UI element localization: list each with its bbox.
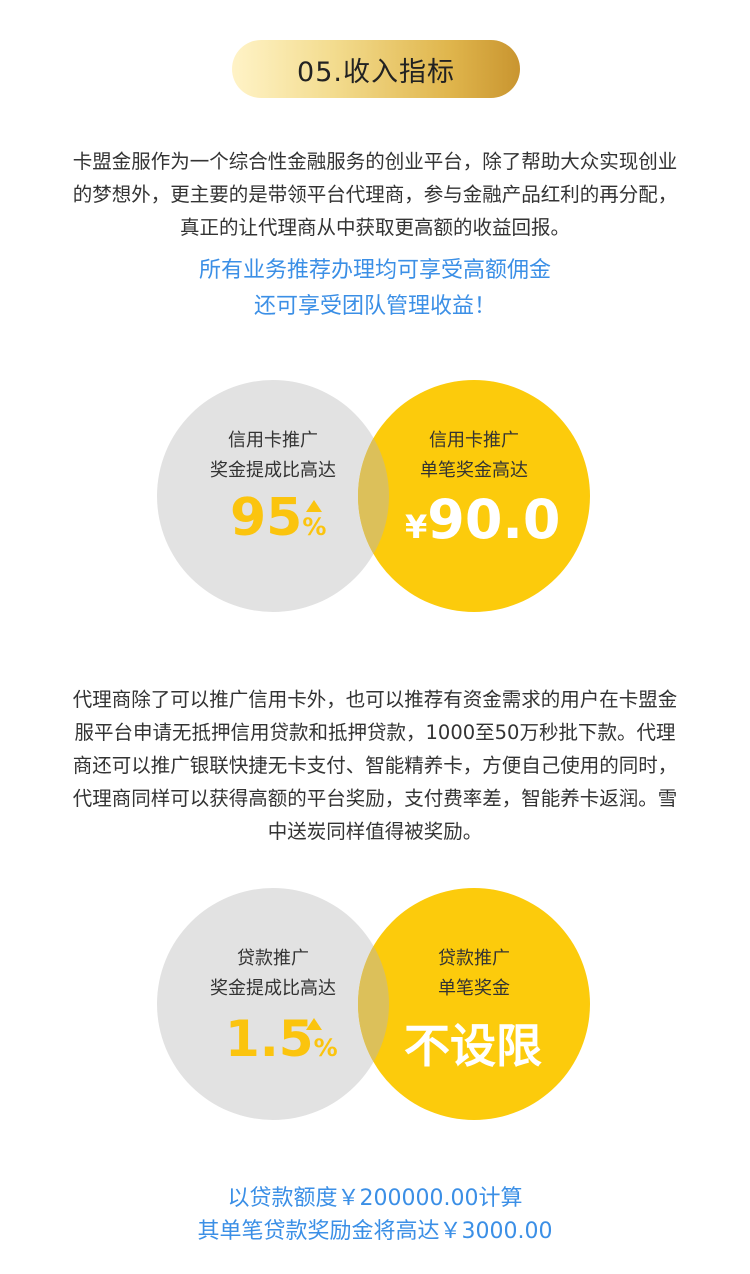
middle-line: 商还可以推广银联快捷无卡支付、智能精养卡，方便自己使用的同时， [72, 754, 678, 777]
left-label-line-1: 信用卡推广 [228, 430, 318, 451]
highlight-text: 所有业务推荐办理均可享受高额佣金 还可享受团队管理收益！ [30, 253, 720, 325]
highlight-line-1: 所有业务推荐办理均可享受高额佣金 [198, 258, 551, 283]
left-value-number: 95 [230, 488, 303, 548]
middle-paragraph: 代理商除了可以推广信用卡外，也可以推荐有资金需求的用户在卡盟金 服平台申请无抵押… [30, 683, 720, 848]
middle-line: 代理商除了可以推广信用卡外，也可以推荐有资金需求的用户在卡盟金 [72, 688, 678, 711]
venn-left-label: 贷款推广 奖金提成比高达 [157, 944, 389, 1004]
intro-paragraph: 卡盟金服作为一个综合性金融服务的创业平台，除了帮助大众实现创业 的梦想外，更主要… [30, 145, 720, 244]
venn-overlap [358, 888, 389, 1120]
left-label-line-2: 奖金提成比高达 [210, 978, 336, 999]
up-triangle-icon [306, 1015, 322, 1034]
left-value-number: 1.5 [225, 1010, 314, 1068]
footer-summary: 以贷款额度￥200000.00计算 其单笔贷款奖励金将高达￥3000.00 [30, 1182, 720, 1248]
middle-line: 代理商同样可以获得高额的平台奖励，支付费率差，智能养卡返润。雪 [72, 787, 678, 810]
middle-line: 服平台申请无抵押信用贷款和抵押贷款，1000至50万秒批下款。代理 [74, 721, 676, 744]
intro-line: 真正的让代理商从中获取更高额的收益回报。 [179, 216, 570, 239]
right-label-line-1: 信用卡推广 [429, 430, 519, 451]
right-label-line-2: 单笔奖金高达 [420, 460, 528, 481]
footer-line-1: 以贷款额度￥200000.00计算 [227, 1186, 523, 1211]
section-title-pill: 05.收入指标 [232, 40, 520, 98]
section-title: 05.收入指标 [297, 56, 455, 88]
right-value: ¥90.0 [405, 488, 561, 551]
venn-right-label: 贷款推广 单笔奖金 [358, 944, 590, 1004]
venn-overlap [358, 380, 389, 612]
currency-symbol: ¥ [405, 508, 428, 546]
middle-line: 中送炭同样值得被奖励。 [267, 820, 483, 843]
right-value: 不设限 [404, 1010, 542, 1076]
venn-right-label: 信用卡推广 单笔奖金高达 [358, 426, 590, 486]
venn-left-label: 信用卡推广 奖金提成比高达 [157, 426, 389, 486]
up-triangle-icon [306, 497, 322, 516]
left-label-line-1: 贷款推广 [237, 948, 309, 969]
intro-line: 的梦想外，更主要的是带领平台代理商，参与金融产品红利的再分配， [72, 183, 678, 206]
right-label-line-1: 贷款推广 [438, 948, 510, 969]
venn-credit-card: 信用卡推广 奖金提成比高达 95% 信用卡推广 单笔奖金高达 ¥90.0 [0, 380, 750, 640]
right-value-text: 不设限 [404, 1019, 542, 1073]
left-value-unit: % [302, 513, 327, 541]
left-label-line-2: 奖金提成比高达 [210, 460, 336, 481]
footer-line-2: 其单笔贷款奖励金将高达￥3000.00 [197, 1219, 553, 1244]
venn-loan: 贷款推广 奖金提成比高达 1.5% 贷款推广 单笔奖金 不设限 [0, 888, 750, 1148]
intro-line: 卡盟金服作为一个综合性金融服务的创业平台，除了帮助大众实现创业 [72, 150, 678, 173]
right-value-number: 90.0 [427, 488, 561, 551]
right-label-line-2: 单笔奖金 [438, 978, 510, 999]
highlight-line-2: 还可享受团队管理收益！ [253, 294, 496, 319]
left-value-unit: % [313, 1034, 338, 1062]
